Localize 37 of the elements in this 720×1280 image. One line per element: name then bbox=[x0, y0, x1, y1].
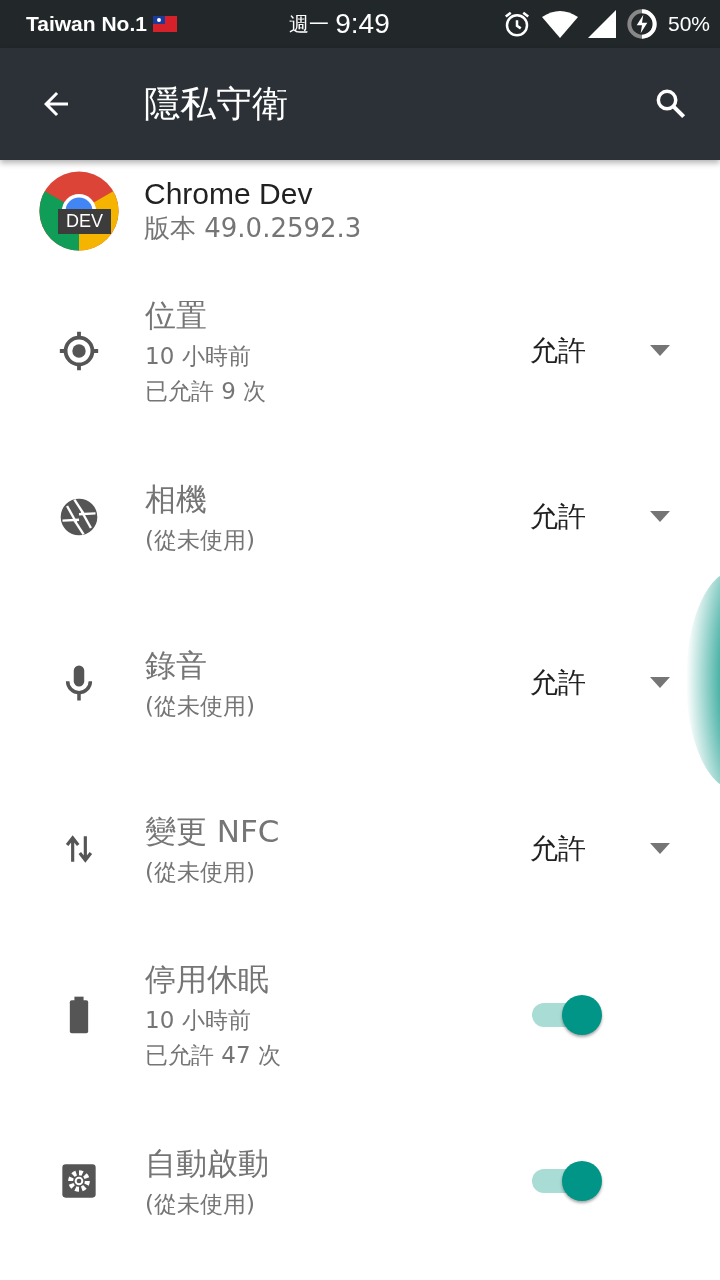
wifi-icon bbox=[541, 10, 578, 38]
permission-title: 變更 NFC bbox=[145, 811, 281, 851]
permission-title: 停用休眠 bbox=[145, 960, 270, 999]
clock: 9:49 bbox=[335, 8, 390, 40]
permission-detail: (從未使用) bbox=[145, 691, 256, 721]
permission-dropdown[interactable]: 允許 bbox=[530, 332, 670, 370]
app-version: 版本 49.0.2592.3 bbox=[144, 211, 362, 245]
settings-icon bbox=[59, 1161, 99, 1201]
weekday: 週一 bbox=[289, 10, 330, 38]
permission-title: 相機 bbox=[145, 479, 208, 519]
permission-detail: (從未使用) bbox=[145, 525, 256, 555]
permission-dropdown[interactable]: 允許 bbox=[530, 830, 670, 868]
permission-dropdown[interactable]: 允許 bbox=[530, 664, 670, 702]
carrier-name: Taiwan No.1 bbox=[26, 12, 147, 36]
permission-title: 錄音 bbox=[145, 645, 208, 685]
flag-icon bbox=[152, 16, 177, 32]
permission-detail: (從未使用) bbox=[145, 857, 256, 887]
caret-icon bbox=[650, 677, 670, 689]
caret-icon bbox=[650, 843, 670, 855]
dev-badge: DEV bbox=[58, 209, 111, 234]
permission-detail: 10 小時前 bbox=[145, 342, 252, 371]
toggle-switch[interactable] bbox=[532, 995, 602, 1035]
permission-title: 位置 bbox=[145, 296, 208, 335]
permission-detail: 已允許 9 次 bbox=[145, 377, 268, 406]
battery-charging-icon bbox=[625, 8, 658, 40]
permission-dropdown[interactable]: 允許 bbox=[530, 498, 670, 536]
caret-icon bbox=[650, 511, 670, 523]
screen-title: 隱私守衛 bbox=[144, 81, 288, 126]
permission-detail: 已允許 47 次 bbox=[145, 1041, 282, 1070]
caret-icon bbox=[650, 345, 670, 357]
permission-title: 自動啟動 bbox=[145, 1143, 270, 1183]
app-name: Chrome Dev bbox=[144, 176, 314, 211]
signal-icon bbox=[587, 10, 616, 38]
permission-detail: (從未使用) bbox=[145, 1189, 256, 1219]
battery-percent: 50% bbox=[667, 12, 710, 36]
permission-detail: 10 小時前 bbox=[145, 1006, 252, 1035]
toggle-switch[interactable] bbox=[532, 1161, 602, 1201]
